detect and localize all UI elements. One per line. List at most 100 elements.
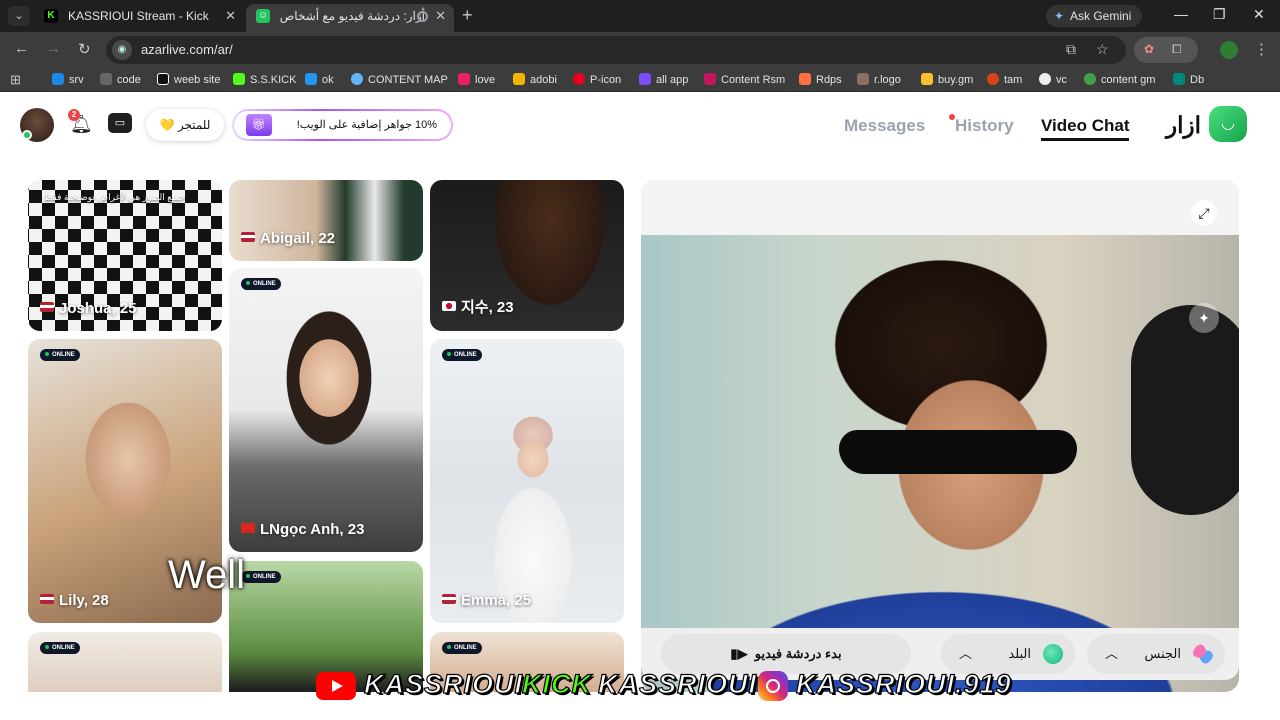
close-tab-icon[interactable]: ✕	[225, 4, 236, 28]
video-camera-icon: ▶︎▮	[730, 646, 752, 661]
gems-promo-banner[interactable]: 🎁︎ 10% جواهر إضافية على الويب!	[232, 109, 453, 141]
back-icon[interactable]: ←	[14, 40, 29, 57]
tab-search-button[interactable]: ⌄	[8, 6, 30, 26]
bookmark-item[interactable]: content gm	[1084, 73, 1155, 86]
profile-card[interactable]: ONLINE LNgọc Anh, 23	[229, 268, 423, 552]
bookmark-item[interactable]: r.logo	[857, 73, 901, 86]
vn-flag-icon	[241, 523, 255, 533]
close-window-icon[interactable]: ✕	[1253, 6, 1265, 23]
user-avatar[interactable]	[20, 108, 54, 142]
bookmark-item[interactable]: weeb site	[157, 73, 220, 86]
bookmark-item[interactable]: CONTENT MAP	[351, 73, 448, 86]
nav-messages[interactable]: Messages	[844, 116, 925, 136]
profile-name: Abigail, 22	[241, 230, 335, 247]
profile-name: Joshua, 25	[40, 300, 137, 317]
bookmark-item[interactable]: Content Rsm	[704, 73, 785, 86]
new-tab-icon[interactable]: +	[462, 5, 473, 26]
camera-feed: ✦	[641, 235, 1239, 692]
tab-kick-dashboard[interactable]: K KASSRIOUI Stream - Kick Dashb ✕	[34, 4, 244, 32]
minimize-icon[interactable]: —	[1174, 6, 1188, 22]
bookmark-item[interactable]: tam	[987, 73, 1022, 86]
bookmark-item[interactable]: adobi	[513, 73, 557, 86]
bookmark-item[interactable]: love	[458, 73, 495, 86]
bookmark-item[interactable]: buy.gm	[921, 73, 973, 86]
brand-wordmark[interactable]: ازار	[1166, 112, 1201, 139]
country-filter-button[interactable]: البلد ︿	[941, 634, 1075, 674]
browser-tab-bar: ⌄ K KASSRIOUI Stream - Kick Dashb ✕ ☺ أز…	[0, 0, 1280, 32]
store-button[interactable]: للمتجر 💛	[146, 109, 224, 141]
start-video-chat-button[interactable]: بدء دردشة فيديو ▶︎▮	[661, 634, 911, 674]
azar-logo-icon[interactable]: ◡	[1209, 106, 1247, 142]
tab-azar[interactable]: ☺ أزار: دردشة فيديو مع أشخاص - ✕	[246, 4, 454, 32]
nav-video-chat[interactable]: Video Chat	[1041, 116, 1130, 141]
us-flag-icon	[241, 232, 255, 242]
bookmark-item[interactable]: Db	[1173, 73, 1204, 86]
store-bag-icon[interactable]: ▭	[108, 113, 132, 133]
profile-card[interactable]: 지수, 23	[430, 180, 624, 331]
tab-title: KASSRIOUI Stream - Kick Dashb	[68, 9, 213, 23]
bookmark-item[interactable]: S.S.KICK	[233, 73, 296, 86]
url-text: azarlive.com/ar/	[141, 42, 233, 57]
site-info-icon[interactable]: ◉	[112, 40, 132, 60]
bookmark-item[interactable]: Rdps	[799, 73, 842, 86]
country-label: البلد	[1008, 646, 1031, 661]
gender-filter-button[interactable]: الجنس ︿	[1087, 634, 1225, 674]
online-badge: ONLINE	[241, 278, 281, 290]
us-flag-icon	[442, 594, 456, 604]
cast-icon[interactable]: ⧉	[1066, 41, 1076, 58]
profile-card[interactable]: جميع الصور هي لأغراض توضيحية فقط Joshua,…	[28, 180, 222, 331]
kr-flag-icon	[442, 301, 456, 311]
ask-gemini-button[interactable]: ✦ Ask Gemini	[1046, 5, 1142, 27]
bookmark-item[interactable]: all app	[639, 73, 688, 86]
gender-icon	[1193, 644, 1213, 664]
recording-indicator-icon	[417, 11, 428, 22]
puzzle-icon[interactable]: ⧠	[1172, 42, 1182, 57]
expand-icon[interactable]: ⤢	[1191, 200, 1217, 226]
profile-name: LNgọc Anh, 23	[241, 521, 364, 538]
extension-icon[interactable]: ✿	[1144, 42, 1154, 56]
profile-card[interactable]: ONLINE Emma, 25	[430, 339, 624, 623]
gift-icon: 🎁︎	[246, 114, 272, 136]
profile-card[interactable]: ONLINE	[28, 632, 222, 692]
bookmark-item[interactable]: ok	[305, 73, 334, 86]
bookmark-item[interactable]: srv	[52, 73, 84, 86]
us-flag-icon	[40, 302, 54, 312]
close-tab-icon[interactable]: ✕	[435, 4, 446, 28]
azar-favicon-icon: ☺	[256, 9, 270, 23]
us-flag-icon	[40, 594, 54, 604]
profile-name: Emma, 25	[442, 592, 531, 609]
browser-toolbar: ← → ↻ ◉ azarlive.com/ar/ ⧉ ☆ ✿ ⧠ ⋮	[0, 32, 1280, 68]
bookmark-item[interactable]: vc	[1039, 73, 1067, 86]
kick-handle: KASSRIOUI	[597, 668, 758, 699]
reload-icon[interactable]: ↻	[78, 40, 91, 58]
magic-wand-icon[interactable]: ✦	[1189, 303, 1219, 333]
nav-history[interactable]: History	[955, 116, 1014, 136]
gemini-spark-icon: ✦	[1054, 9, 1065, 23]
extensions-pill[interactable]: ✿ ⧠	[1134, 37, 1198, 63]
online-badge: ONLINE	[442, 349, 482, 361]
globe-icon	[1043, 644, 1063, 664]
restore-icon[interactable]: ❐	[1213, 6, 1226, 23]
instagram-icon	[758, 671, 788, 701]
menu-kebab-icon[interactable]: ⋮	[1254, 40, 1269, 58]
bookmark-star-icon[interactable]: ☆	[1096, 41, 1109, 58]
forward-icon[interactable]: →	[46, 40, 61, 57]
youtube-handle: KASSRIOUI	[363, 668, 524, 699]
notification-badge: 2	[68, 109, 80, 121]
kick-favicon-icon: K	[44, 9, 58, 23]
online-badge: ONLINE	[442, 642, 482, 654]
profile-card[interactable]: Abigail, 22	[229, 180, 423, 261]
profile-avatar-icon[interactable]	[1220, 41, 1238, 59]
tab-title: أزار: دردشة فيديو مع أشخاص -	[280, 9, 425, 23]
microphone-shape	[1131, 305, 1239, 515]
video-topbar: ⤢	[641, 180, 1239, 235]
bookmark-item[interactable]: P-icon	[573, 73, 621, 86]
azar-page: 🔔︎ 2 ▭ للمتجر 💛 🎁︎ 10% جواهر إضافية على …	[0, 92, 1280, 720]
apps-grid-icon[interactable]: ⊞	[10, 72, 21, 88]
address-bar[interactable]: ◉ azarlive.com/ar/ ⧉ ☆	[106, 36, 1126, 64]
subtitle-caption: Well	[168, 553, 246, 597]
bookmark-item[interactable]: code	[100, 73, 141, 86]
online-status-dot	[22, 130, 32, 140]
instagram-handle: KASSRIOUI.919	[795, 668, 1012, 699]
online-badge: ONLINE	[241, 571, 281, 583]
